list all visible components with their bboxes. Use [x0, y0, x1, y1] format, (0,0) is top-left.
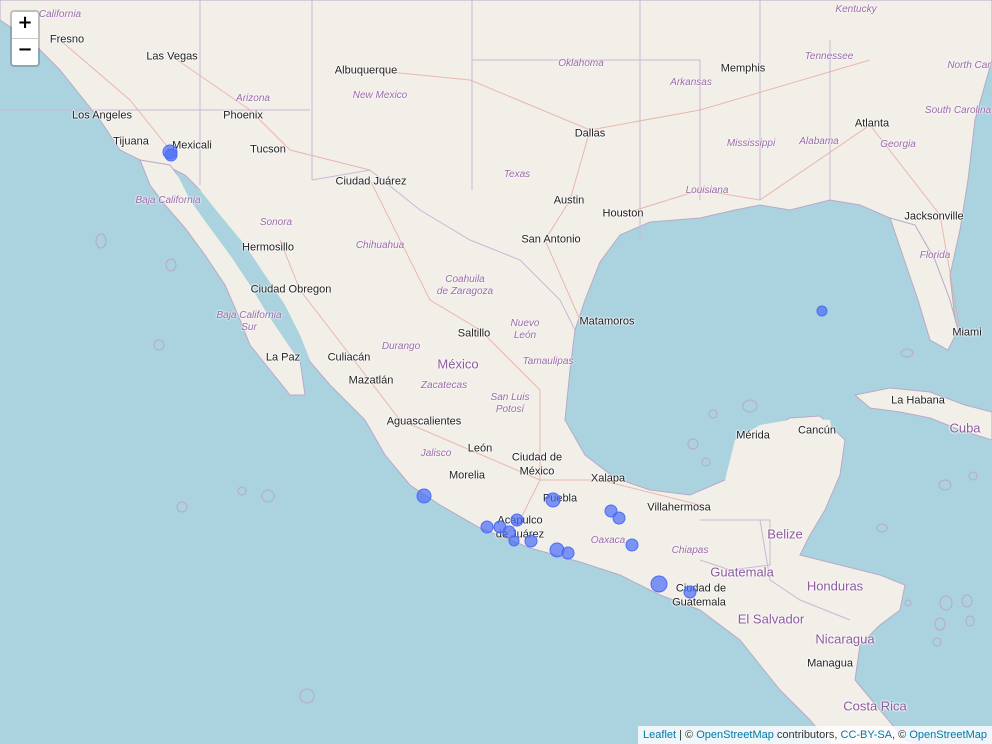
earthquake-marker[interactable] [508, 535, 520, 547]
map-view[interactable]: Fresno Las Vegas Albuquerque Memphis Los… [0, 0, 992, 744]
earthquake-marker[interactable] [816, 305, 828, 317]
zoom-control: + − [10, 10, 40, 67]
earthquake-marker[interactable] [510, 513, 524, 527]
earthquake-marker[interactable] [683, 585, 697, 599]
license-link[interactable]: CC-BY-SA [841, 729, 893, 741]
attribution-contributors: contributors, [773, 729, 841, 741]
earthquake-marker[interactable] [524, 534, 538, 548]
earthquake-marker[interactable] [612, 511, 626, 525]
openstreetmap-link-2[interactable]: OpenStreetMap [909, 729, 987, 741]
earthquake-marker[interactable] [561, 546, 575, 560]
earthquake-marker[interactable] [650, 575, 668, 593]
attribution-separator-2: , © [892, 729, 910, 741]
openstreetmap-link[interactable]: OpenStreetMap [696, 729, 774, 741]
zoom-in-button[interactable]: + [12, 12, 38, 39]
earthquake-marker[interactable] [164, 148, 178, 162]
attribution-separator: | © [676, 729, 697, 741]
earthquake-marker[interactable] [545, 492, 561, 508]
earthquake-marker[interactable] [625, 538, 639, 552]
map-attribution: Leaflet | © OpenStreetMap contributors, … [638, 726, 992, 744]
earthquake-marker[interactable] [480, 520, 494, 534]
leaflet-link[interactable]: Leaflet [643, 729, 676, 741]
marker-overlay [162, 144, 828, 599]
earthquake-marker[interactable] [416, 488, 432, 504]
zoom-out-button[interactable]: − [12, 39, 38, 65]
